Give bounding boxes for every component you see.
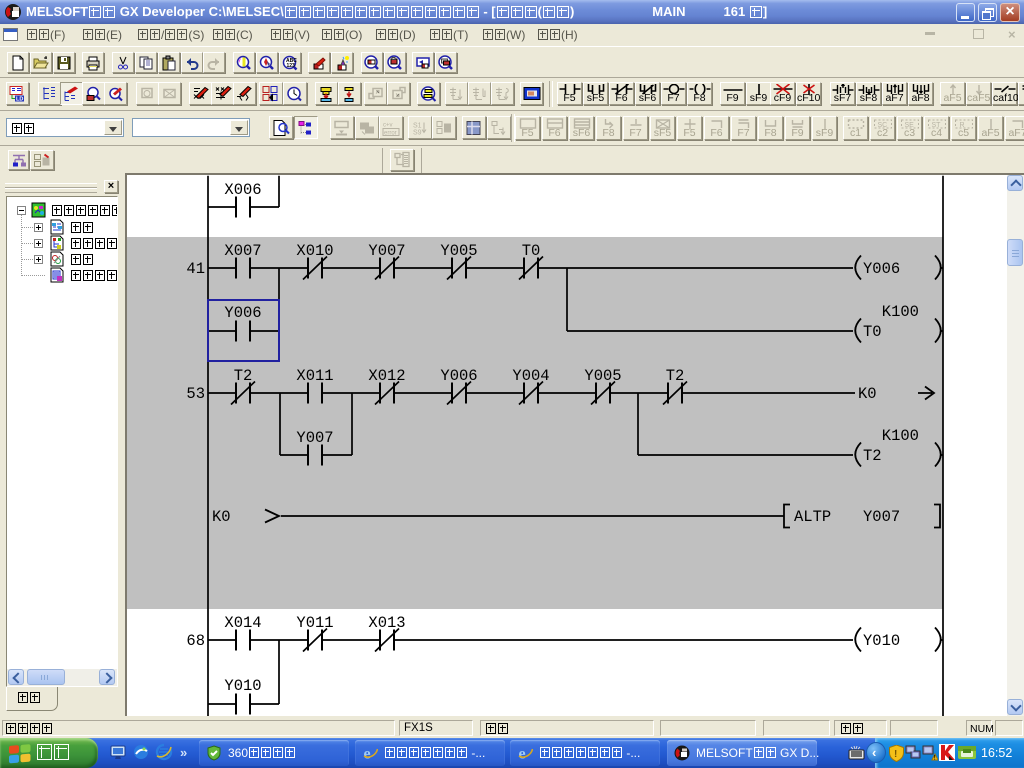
svg-text:X006: X006 (224, 181, 261, 199)
svg-text:X012: X012 (368, 367, 405, 385)
svg-text:S9: S9 (413, 129, 422, 136)
svg-text:68: 68 (186, 632, 205, 650)
svg-text:T2: T2 (666, 367, 685, 385)
svg-text:Y007: Y007 (296, 429, 333, 447)
svg-text:Y004: Y004 (512, 367, 549, 385)
svg-text:!: ! (894, 749, 897, 760)
svg-text:Y007: Y007 (863, 508, 900, 526)
svg-text:T2: T2 (863, 447, 882, 465)
svg-text:X010: X010 (296, 242, 333, 260)
svg-text:T0: T0 (522, 242, 541, 260)
svg-text:Y011: Y011 (296, 614, 333, 632)
svg-text:X007: X007 (224, 242, 261, 260)
svg-text:e: e (364, 746, 371, 762)
svg-text:Y005: Y005 (584, 367, 621, 385)
svg-text:X014: X014 (224, 614, 261, 632)
svg-text:Y010: Y010 (863, 632, 900, 650)
svg-text:e: e (519, 746, 526, 762)
svg-text:K0: K0 (858, 385, 877, 403)
svg-text:c+v: c+v (383, 122, 393, 128)
svg-text:Y007: Y007 (368, 242, 405, 260)
svg-text:53: 53 (186, 385, 205, 403)
svg-text:LD: LD (16, 96, 23, 102)
svg-text:K100: K100 (882, 427, 919, 445)
svg-text:Y010: Y010 (224, 677, 261, 695)
svg-text:S1: S1 (413, 122, 422, 129)
svg-text:T2: T2 (234, 367, 253, 385)
svg-text:ALTP: ALTP (794, 508, 831, 526)
svg-text:X013: X013 (368, 614, 405, 632)
svg-text:Y006: Y006 (440, 367, 477, 385)
svg-text:Y005: Y005 (440, 242, 477, 260)
svg-text:X011: X011 (296, 367, 333, 385)
svg-text:K100: K100 (882, 303, 919, 321)
svg-text:error: error (384, 130, 397, 136)
svg-text:K0: K0 (212, 508, 231, 526)
svg-text:Y006: Y006 (224, 304, 261, 322)
svg-text:T0: T0 (863, 323, 882, 341)
svg-text:Y006: Y006 (863, 260, 900, 278)
svg-text:41: 41 (186, 260, 205, 278)
svg-text:!: ! (934, 756, 936, 762)
